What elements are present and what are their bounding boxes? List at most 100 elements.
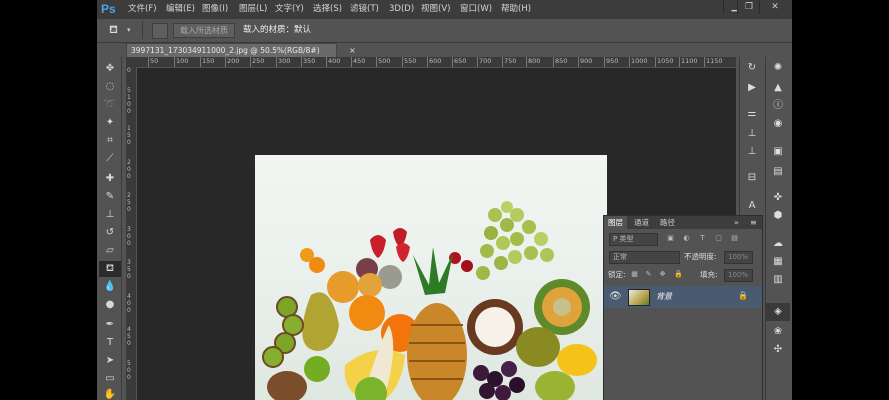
- menu-view[interactable]: 视图(V): [421, 3, 450, 16]
- crop-tool-icon[interactable]: ⌗: [99, 133, 121, 149]
- filter-type-icon[interactable]: T: [698, 234, 707, 243]
- ruler-label: 0: [127, 340, 131, 347]
- path-select-tool-icon[interactable]: ➤: [99, 353, 121, 369]
- dark-grapes: [473, 361, 525, 400]
- panel-dock-right: ✺ ▲ ⓘ ◉ ▣ ▤ ✜ ⬢ ☁ ▦ ▥ ◈ ❀ ✣: [765, 57, 792, 400]
- material-picker-swatch[interactable]: [152, 23, 168, 39]
- layer-thumbnail: [628, 289, 650, 306]
- layer-row-background[interactable]: 👁 背景 🔒: [604, 286, 762, 308]
- swatches-icon[interactable]: ☁: [766, 235, 790, 253]
- ruler-label: 0: [127, 240, 131, 247]
- rectangle-tool-icon[interactable]: ▭: [99, 371, 121, 387]
- horizontal-ruler[interactable]: 50 100 150 200 250 300 350 400 450 500 5…: [126, 57, 736, 68]
- ruler-label: 3: [127, 226, 131, 233]
- type-tool-icon[interactable]: T: [99, 335, 121, 351]
- opacity-input[interactable]: 100%: [724, 251, 753, 264]
- marquee-tool-icon[interactable]: ◌: [99, 79, 121, 95]
- 3d-tools-icon[interactable]: ✜: [766, 189, 790, 207]
- ruler-label: 300: [276, 57, 291, 67]
- actions-play-icon[interactable]: ▶: [740, 79, 764, 97]
- lasso-tool-icon[interactable]: ➰: [99, 97, 121, 113]
- menu-layer[interactable]: 图层(L): [239, 3, 267, 16]
- menu-file[interactable]: 文件(F): [128, 3, 157, 16]
- panel-collapse-icon[interactable]: »: [734, 216, 739, 229]
- menu-image[interactable]: 图像(I): [202, 3, 228, 16]
- layer-name[interactable]: 背景: [656, 291, 672, 302]
- dodge-tool-icon[interactable]: ●: [99, 297, 121, 313]
- lock-pixels-icon[interactable]: ✎: [644, 270, 653, 279]
- ruler-label: 2: [127, 192, 131, 199]
- ruler-label: 1150: [704, 57, 723, 67]
- healing-brush-tool-icon[interactable]: ✚: [99, 171, 121, 187]
- ruler-label: 1050: [655, 57, 674, 67]
- filter-adjustment-icon[interactable]: ◐: [682, 234, 691, 243]
- lock-row: 锁定: ▦ ✎ ✥ 🔒 填充: 100%: [604, 266, 762, 284]
- paint-bucket-3d-icon[interactable]: ⛾: [109, 23, 123, 37]
- properties-icon[interactable]: ▣: [766, 143, 790, 161]
- clone-stamp-tool-icon[interactable]: ⊥: [99, 207, 121, 223]
- load-selected-material-button[interactable]: 载入所选材质: [173, 23, 235, 38]
- filter-pixel-icon[interactable]: ▣: [666, 234, 675, 243]
- pen-tool-icon[interactable]: ✒: [99, 317, 121, 333]
- document-tab-title: 3997131_173034911000_2.jpg @ 50.5%(RGB/8…: [131, 46, 320, 55]
- kind-filter-select[interactable]: P 类型: [609, 233, 658, 246]
- menu-filter[interactable]: 滤镜(T): [350, 3, 379, 16]
- history-brush-tool-icon[interactable]: ↺: [99, 225, 121, 241]
- blur-tool-icon[interactable]: 💧: [99, 279, 121, 295]
- character-panel-icon[interactable]: A: [740, 197, 764, 215]
- histogram-icon[interactable]: ▲: [766, 79, 790, 97]
- document-tab[interactable]: 3997131_173034911000_2.jpg @ 50.5%(RGB/8…: [126, 43, 356, 57]
- ruler-label: 50: [148, 57, 159, 67]
- close-button[interactable]: ✕: [759, 0, 790, 14]
- color-panel-icon[interactable]: ✺: [766, 59, 790, 77]
- menu-edit[interactable]: 编辑(E): [166, 3, 195, 16]
- channels-icon[interactable]: ❀: [766, 323, 790, 341]
- clone-source-icon[interactable]: ⊥: [740, 125, 764, 143]
- brush-tool-icon[interactable]: ✎: [99, 189, 121, 205]
- adjustments-icon[interactable]: ◉: [766, 115, 790, 133]
- fill-input[interactable]: 100%: [724, 269, 753, 282]
- history-panel-icon[interactable]: ↻: [740, 59, 764, 77]
- tool-presets-icon[interactable]: ⊥: [740, 143, 764, 161]
- info-icon[interactable]: ⓘ: [766, 97, 790, 115]
- layer-visibility-eye-icon[interactable]: 👁: [609, 290, 623, 304]
- ruler-label: 0: [127, 108, 131, 115]
- menu-type[interactable]: 文字(Y): [275, 3, 304, 16]
- layers-panel-icon[interactable]: ◈: [766, 303, 790, 321]
- lock-all-icon[interactable]: 🔒: [674, 270, 683, 279]
- hand-tool-icon[interactable]: ✋: [99, 387, 121, 400]
- tab-layers[interactable]: 图层: [604, 216, 627, 229]
- character-styles-icon[interactable]: ⊟: [740, 169, 764, 187]
- document-close-icon[interactable]: ×: [349, 44, 359, 57]
- paths-panel-icon[interactable]: ✣: [766, 341, 790, 359]
- paint-bucket-tool-icon[interactable]: ⛾: [99, 261, 121, 277]
- panel-menu-icon[interactable]: ≡: [750, 216, 757, 229]
- menu-window[interactable]: 窗口(W): [460, 3, 492, 16]
- paths-icon[interactable]: ▥: [766, 271, 790, 289]
- pineapple: [407, 247, 467, 400]
- filter-smart-object-icon[interactable]: ▤: [730, 234, 739, 243]
- notes-icon[interactable]: ▤: [766, 163, 790, 181]
- menu-select[interactable]: 选择(S): [313, 3, 342, 16]
- vertical-ruler[interactable]: 0 5 1 0 0 1 5 0 2 0 0 2 5 0 3 0 0 3 5 0 …: [126, 67, 137, 400]
- eraser-tool-icon[interactable]: ▱: [99, 243, 121, 259]
- menu-help[interactable]: 帮助(H): [501, 3, 531, 16]
- lock-transparent-icon[interactable]: ▦: [630, 270, 639, 279]
- restore-button[interactable]: ❐: [737, 0, 760, 14]
- tab-paths[interactable]: 路径: [656, 216, 679, 229]
- 3d-cube-icon[interactable]: ⬢: [766, 207, 790, 225]
- quick-select-tool-icon[interactable]: ✦: [99, 115, 121, 131]
- fruit-photo-canvas[interactable]: [255, 155, 607, 400]
- ruler-label: 850: [553, 57, 568, 67]
- eyedropper-tool-icon[interactable]: ⟋: [99, 151, 121, 167]
- lock-position-icon[interactable]: ✥: [658, 270, 667, 279]
- brush-presets-icon[interactable]: ⚌: [740, 105, 764, 123]
- move-tool-icon[interactable]: ✥: [99, 61, 121, 77]
- ruler-label: 5: [127, 266, 131, 273]
- filter-shape-icon[interactable]: ▢: [714, 234, 723, 243]
- menu-3d[interactable]: 3D(D): [389, 3, 414, 16]
- tool-preset-dropdown-icon[interactable]: ▾: [127, 23, 135, 37]
- blend-mode-select[interactable]: 正常: [609, 251, 680, 264]
- tab-channels[interactable]: 通道: [630, 216, 653, 229]
- styles-icon[interactable]: ▦: [766, 253, 790, 271]
